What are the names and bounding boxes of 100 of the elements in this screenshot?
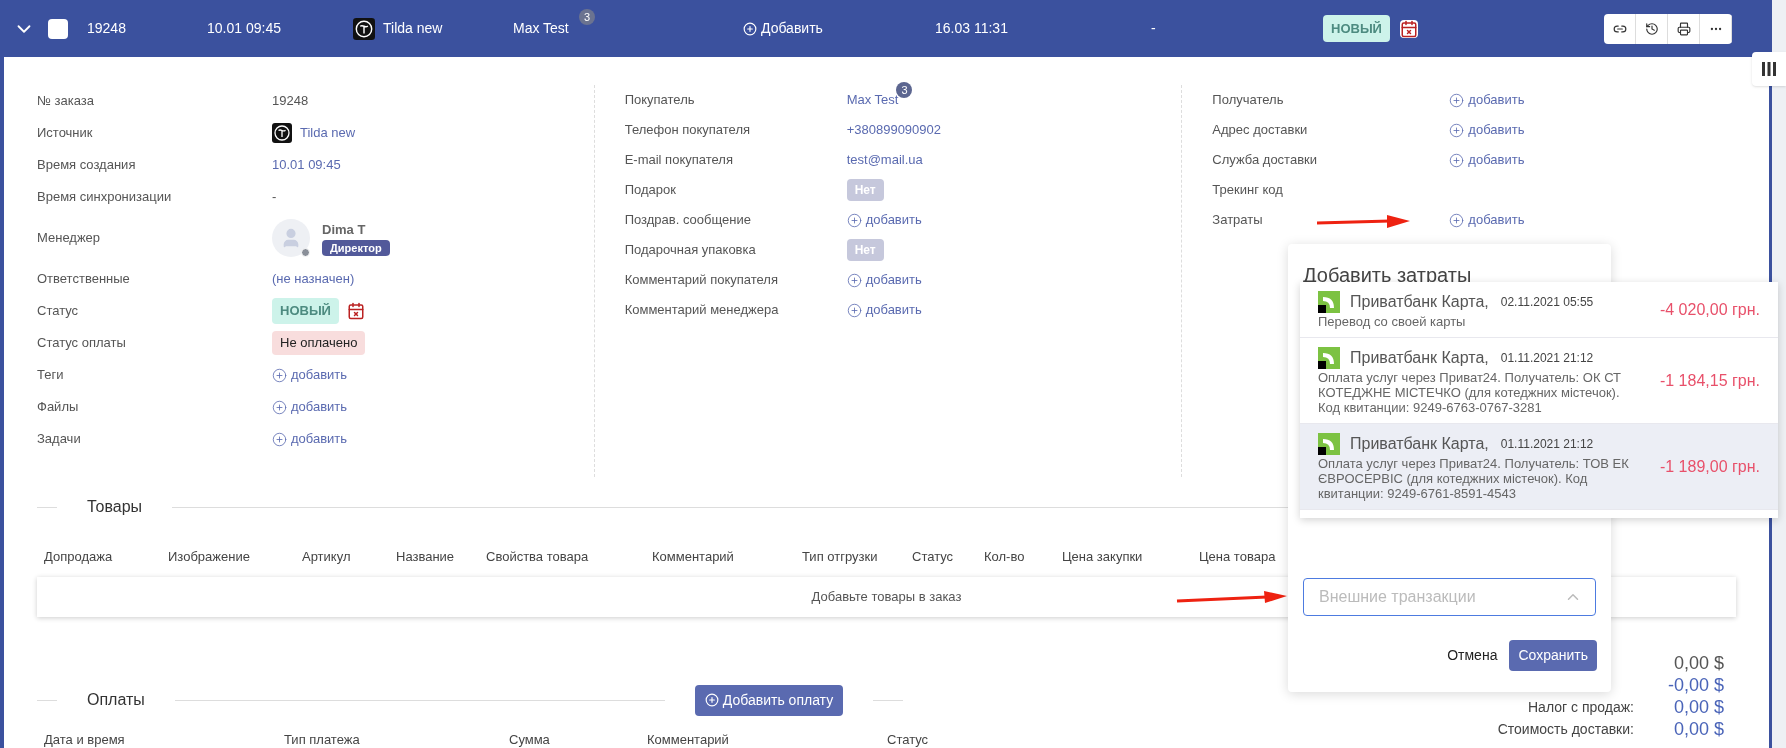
plus-icon: [272, 431, 287, 447]
columns-toggle-button[interactable]: [1752, 52, 1786, 86]
field-value: -: [272, 188, 277, 207]
add-link[interactable]: добавить: [1449, 210, 1525, 230]
column-header: Дата и время: [44, 730, 126, 748]
field-label: Время создания: [37, 157, 136, 173]
bank-logo-icon: [1318, 347, 1340, 369]
plus-icon: [846, 212, 862, 228]
transaction-item[interactable]: Приватбанк Карта, 01.11.2021 21:12 Оплата услуг через Приват24. Получатель: ОК СТ КОТЕДЖНЕ МІСТЕЧКО (для котеджних містечок). Код квитанции: 9249-6763-0767-3281 -1 184,15 грн.: [1300, 338, 1778, 424]
transaction-item[interactable]: Приватбанк Карта, 02.11.2021 05:55 Перевод со своей карты -4 020,00 грн.: [1300, 282, 1778, 338]
column-header: Комментарий: [652, 548, 735, 566]
row-checkbox[interactable]: [48, 18, 68, 39]
payment-status-tag: Не оплачено: [272, 331, 366, 355]
plus-icon: [1449, 212, 1465, 228]
total-label: Стоимость доставки:: [1497, 720, 1634, 739]
plus-icon: [272, 367, 287, 383]
field-link[interactable]: (не назначен): [272, 269, 355, 289]
cancel-button[interactable]: Отмена: [1447, 645, 1498, 666]
field-label: Теги: [37, 367, 64, 383]
bank-name: Приватбанк Карта,: [1350, 292, 1489, 312]
bank-logo-icon: [1318, 291, 1340, 313]
plus-icon: [846, 272, 862, 288]
field-label: Трекинг код: [1212, 182, 1283, 198]
save-button[interactable]: Сохранить: [1509, 640, 1597, 671]
transaction-description: Перевод со своей карты: [1318, 314, 1467, 329]
add-link[interactable]: добавить: [1449, 150, 1525, 170]
empty-message: Добавьте товары в заказ: [811, 587, 962, 606]
add-link[interactable]: Добавить: [743, 18, 935, 39]
printer-icon: [1676, 21, 1691, 36]
field-label: Статус оплаты: [37, 335, 126, 351]
history-icon: [1644, 21, 1659, 36]
field-label: Поздрав. сообщение: [624, 212, 751, 228]
column-header: Цена товара: [1199, 548, 1277, 566]
plus-icon: [1449, 92, 1465, 108]
add-payment-button[interactable]: Добавить оплату: [694, 684, 844, 716]
field-label: Файлы: [37, 399, 79, 415]
field-label: № заказа: [37, 93, 94, 109]
total-value: 0,00 $: [1673, 696, 1724, 719]
add-link[interactable]: добавить: [846, 300, 922, 320]
total-value: 0,00 $: [1673, 652, 1724, 675]
transaction-description: Оплата услуг через Приват24. Получатель: ОК СТ КОТЕДЖНЕ МІСТЕЧКО (для котеджних містечок). Код квитанции: 9249-6763-0767-3281: [1318, 370, 1623, 415]
field-link[interactable]: +380899090902: [846, 120, 942, 140]
column-header: Изображение: [168, 548, 251, 566]
section-title: Оплаты: [87, 690, 145, 710]
bank-name: Приватбанк Карта,: [1350, 434, 1489, 454]
add-link[interactable]: добавить: [1449, 120, 1525, 140]
source-name: Tilda new: [383, 19, 443, 38]
calendar-cross-icon[interactable]: [1399, 19, 1418, 38]
select-field[interactable]: Внешние транзакции: [1303, 578, 1596, 616]
total-value: 0,00 $: [1673, 718, 1724, 741]
total-label: Налог с продаж:: [1528, 698, 1634, 717]
transaction-date: 01.11.2021 21:12: [1500, 350, 1594, 367]
transaction-amount: -4 020,00 грн.: [1659, 299, 1760, 320]
add-link[interactable]: добавить: [272, 397, 348, 417]
field-link[interactable]: test@mail.ua: [846, 150, 923, 170]
field-label: Телефон покупателя: [624, 122, 751, 138]
transaction-description: Оплата услуг через Приват24. Получатель: ТОВ ЕК ЄВРОСЕРВІС (для котеджних містечок). Код квитанции: 9249-6761-8591-4543: [1318, 456, 1630, 501]
status-tag[interactable]: НОВЫЙ: [272, 298, 339, 324]
transaction-item[interactable]: Приватбанк Карта, 01.11.2021 21:12 Оплата услуг через Приват24. Получатель: ТОВ ЕК ЄВРОСЕРВІС (для котеджних містечок). Код квитанции: 9249-6761-8591-4543 -1 189,00 грн.: [1300, 424, 1778, 510]
created-time: 10.01 09:45: [207, 19, 282, 38]
field-link[interactable]: 10.01 09:45: [272, 155, 341, 175]
count-badge: 3: [579, 9, 595, 25]
add-link[interactable]: добавить: [272, 365, 348, 385]
date-time: 16.03 11:31: [935, 19, 1009, 38]
field-label: Время синхронизации: [37, 189, 172, 205]
field-label: Получатель: [1212, 92, 1284, 108]
total-value: -0,00 $: [1667, 674, 1724, 697]
plus-icon: [272, 399, 287, 415]
plus-icon: [846, 302, 862, 318]
field-label: Покупатель: [624, 92, 695, 108]
column-header: Тип платежа: [284, 730, 361, 748]
order-id: 19248: [87, 19, 127, 38]
field-label: Задачи: [37, 431, 81, 447]
source-link[interactable]: Tilda new: [300, 123, 356, 143]
column-header: Цена закупки: [1062, 548, 1144, 566]
calendar-cross-icon[interactable]: [346, 302, 365, 320]
plus-icon: [704, 693, 719, 707]
plus-icon: [1449, 122, 1465, 138]
plus-icon: [743, 21, 757, 36]
customer-link[interactable]: Max Test: [846, 92, 899, 108]
manager-name: Dima T: [322, 221, 366, 240]
column-header: Статус: [912, 548, 955, 566]
column-header: Допродажа: [44, 548, 114, 566]
transaction-amount: -1 184,15 грн.: [1659, 370, 1760, 391]
field-label: Менеджер: [37, 230, 101, 246]
bank-name: Приватбанк Карта,: [1350, 348, 1489, 368]
order-header-bar[interactable]: 19248 10.01 09:45 Tilda new Max Test 3 Добавить 16.03 11:31 - НОВЫЙ: [0, 0, 1772, 57]
add-link[interactable]: добавить: [1449, 90, 1525, 110]
field-label: Ответственные: [37, 271, 130, 287]
column-header: Статус: [887, 730, 930, 748]
add-link[interactable]: добавить: [272, 429, 348, 449]
columns-icon: [1762, 62, 1776, 76]
field-label: Затраты: [1212, 212, 1263, 228]
field-label: Комментарий покупателя: [624, 272, 778, 288]
add-link[interactable]: добавить: [846, 210, 922, 230]
add-link[interactable]: добавить: [846, 270, 922, 290]
field-label: Источник: [37, 125, 93, 141]
status-tag[interactable]: НОВЫЙ: [1323, 14, 1390, 43]
tilda-logo-icon: [272, 123, 292, 143]
field-label: Комментарий менеджера: [624, 302, 779, 318]
